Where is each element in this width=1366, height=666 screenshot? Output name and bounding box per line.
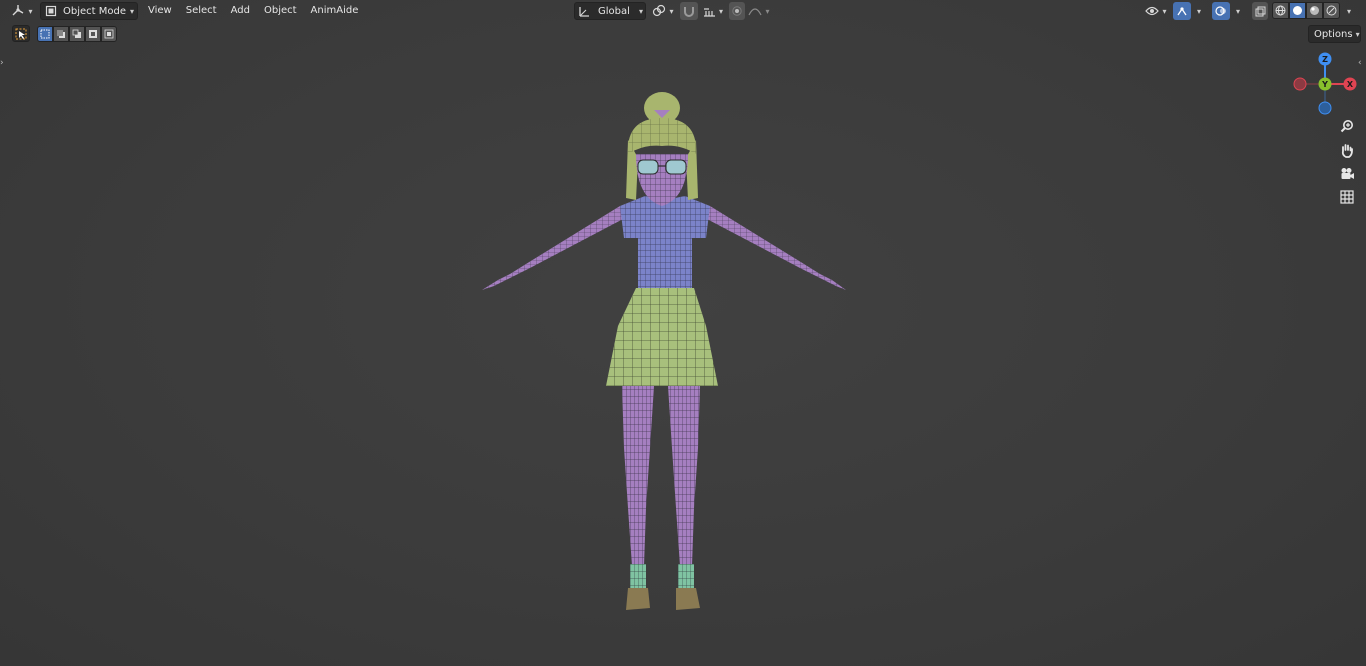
falloff-curve-icon (748, 8, 763, 16)
skirt (606, 288, 718, 386)
camera-view-button[interactable] (1337, 163, 1357, 183)
magnet-icon (684, 7, 694, 17)
overlays-toggle[interactable] (1212, 2, 1230, 20)
xray-toggle[interactable] (1252, 2, 1268, 20)
select-intersect-button[interactable] (101, 26, 117, 42)
select-new-button[interactable] (37, 26, 53, 42)
mode-label: Object Mode (63, 5, 126, 17)
active-tool-button[interactable] (12, 25, 30, 42)
select-subtract-icon (72, 29, 81, 38)
header-menus: View Select Add Object AnimAide (141, 2, 365, 20)
shading-material-button[interactable] (1306, 2, 1323, 19)
overlays-dropdown[interactable]: ▾ (1231, 2, 1245, 20)
chevron-down-icon: ▾ (1355, 29, 1360, 39)
select-mode-group (37, 26, 117, 42)
mode-dropdown[interactable]: Object Mode ▾ (40, 2, 138, 20)
gizmo-toggle[interactable] (1173, 2, 1191, 20)
chevron-down-icon: ▾ (718, 6, 723, 16)
gizmo-x-label: X (1347, 80, 1354, 89)
options-dropdown[interactable]: Options ▾ (1308, 25, 1361, 43)
select-box-icon (15, 28, 27, 39)
options-label: Options (1314, 28, 1353, 40)
xray-icon (1255, 6, 1265, 16)
orientation-label: Global (598, 5, 630, 17)
select-intersect-icon (104, 29, 114, 39)
select-subtract-button[interactable] (69, 26, 85, 42)
right-arm (698, 206, 846, 290)
pivot-point-button[interactable]: ▾ (650, 2, 676, 20)
gizmo-y-label: Y (1321, 80, 1328, 89)
chevron-down-icon: ▾ (1162, 6, 1167, 16)
rendered-sphere-icon (1326, 5, 1337, 16)
select-invert-button[interactable] (85, 26, 101, 42)
camera-icon (1341, 167, 1354, 179)
shading-mode-group (1272, 2, 1340, 19)
shading-solid-button[interactable] (1289, 2, 1306, 19)
snap-increment-icon (703, 7, 715, 17)
gizmo-dropdown[interactable]: ▾ (1192, 2, 1206, 20)
viewport-header: ▾ Object Mode ▾ View Select Add Object A… (0, 0, 1366, 22)
overlays-icon (1215, 6, 1226, 16)
menu-object[interactable]: Object (257, 2, 304, 20)
select-extend-button[interactable] (53, 26, 69, 42)
chevron-down-icon: ▾ (129, 6, 134, 16)
select-invert-icon (89, 30, 97, 38)
grid-ortho-icon (1340, 190, 1354, 204)
gizmo-axis-neg-z[interactable] (1318, 101, 1332, 115)
pivot-icon (653, 4, 666, 17)
visibility-button[interactable]: ▾ (1143, 2, 1169, 20)
chevron-down-icon: ▾ (638, 6, 643, 16)
select-new-icon (40, 29, 50, 39)
gizmo-axis-neg-x[interactable] (1293, 77, 1307, 91)
orientation-dropdown[interactable]: Global ▾ (574, 2, 646, 20)
chevron-down-icon: ▾ (1235, 6, 1240, 16)
shoes (626, 588, 700, 610)
chevron-down-icon: ▾ (1346, 6, 1351, 16)
ortho-toggle-button[interactable] (1337, 187, 1357, 207)
transform-orientation-icon (579, 6, 589, 17)
zoom-icon (1340, 120, 1353, 133)
gizmo-icon (1177, 7, 1187, 16)
3d-viewport-icon (12, 5, 24, 16)
shading-wireframe-button[interactable] (1272, 2, 1289, 19)
shirt (620, 196, 710, 288)
material-sphere-icon (1310, 6, 1319, 15)
proportional-edit-toggle[interactable] (729, 2, 745, 20)
menu-select[interactable]: Select (179, 2, 224, 20)
gizmo-z-label: Z (1322, 55, 1328, 64)
chevron-down-icon: ▾ (669, 6, 674, 16)
chevron-down-icon: ▾ (1196, 6, 1201, 16)
socks (630, 564, 694, 588)
eye-icon (1145, 6, 1160, 16)
3d-viewport[interactable]: ▾ Object Mode ▾ View Select Add Object A… (0, 0, 1366, 666)
menu-view[interactable]: View (141, 2, 179, 20)
toolbar-expand-arrow[interactable]: › (0, 58, 6, 70)
navigation-gizmo[interactable]: Z X Y (1290, 50, 1360, 118)
chevron-down-icon: ▾ (28, 6, 33, 16)
hand-pan-icon (1341, 143, 1353, 158)
menu-animaide[interactable]: AnimAide (304, 2, 366, 20)
snap-target-button[interactable]: ▾ (700, 2, 726, 20)
legs (622, 386, 700, 566)
pan-button[interactable] (1337, 140, 1357, 160)
menu-add[interactable]: Add (224, 2, 257, 20)
character-model[interactable] (470, 88, 860, 618)
snap-toggle[interactable] (680, 2, 698, 20)
chevron-down-icon: ▾ (765, 6, 770, 16)
proportional-edit-icon (732, 6, 742, 16)
left-arm (482, 206, 632, 290)
select-extend-icon (57, 30, 65, 38)
shading-rendered-button[interactable] (1323, 2, 1340, 19)
falloff-button[interactable]: ▾ (746, 2, 772, 20)
solid-sphere-icon (1293, 6, 1302, 15)
zoom-button[interactable] (1337, 116, 1357, 136)
object-mode-icon (45, 5, 57, 17)
shading-dropdown[interactable]: ▾ (1342, 2, 1356, 20)
editor-type-button[interactable]: ▾ (8, 2, 36, 20)
wireframe-sphere-icon (1275, 5, 1286, 16)
